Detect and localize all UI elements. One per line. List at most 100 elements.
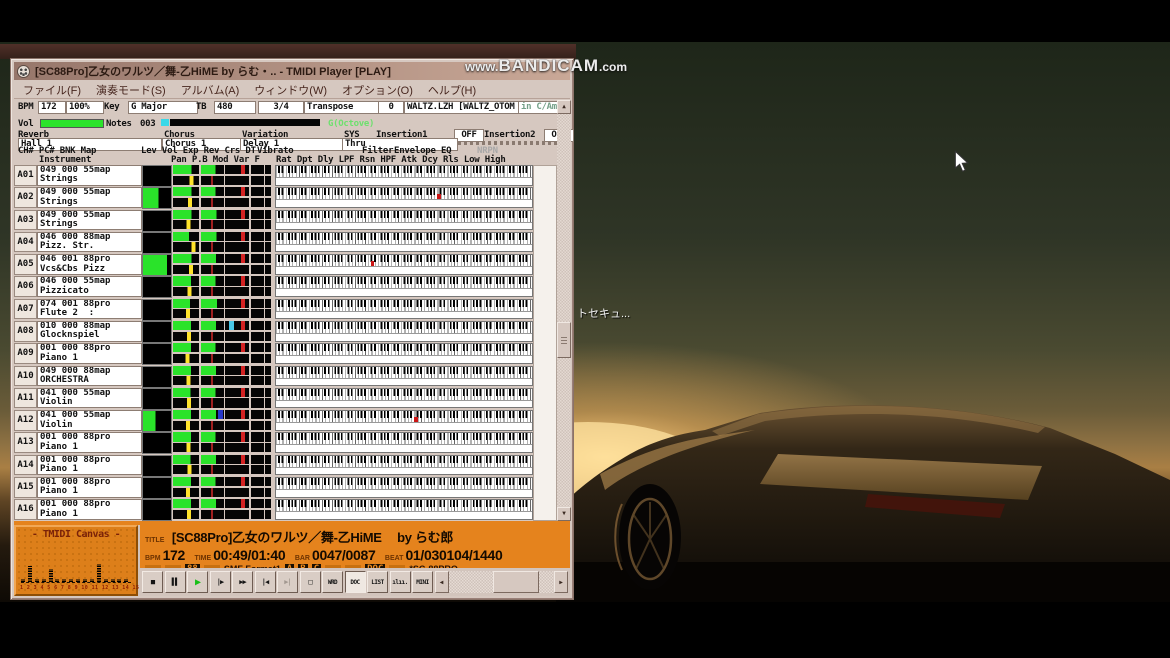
channel-id[interactable]: A04 — [14, 232, 37, 253]
channel-row[interactable]: A01 049 000 55mapStrings — [14, 165, 557, 186]
vertical-scrollbar[interactable]: ▲ ▼ — [557, 100, 571, 521]
instrument-box[interactable]: 041 000 55mapViolin — [37, 388, 142, 409]
channel-id[interactable]: A15 — [14, 477, 37, 498]
channel-row[interactable]: A03 049 000 55mapStrings — [14, 210, 557, 231]
mini-keyboard[interactable] — [275, 187, 533, 208]
instrument-box[interactable]: 046 001 88proVcs&Cbs Pizz — [37, 254, 142, 275]
instrument-box[interactable]: 001 000 88proPiano 1 — [37, 432, 142, 453]
instrument-box[interactable]: 001 000 88proPiano 1 — [37, 477, 142, 498]
channel-row[interactable]: A02 049 000 55mapStrings — [14, 187, 557, 208]
transport-button[interactable]: ▌▌ — [165, 571, 186, 593]
menu-item[interactable]: オプション(O) — [342, 82, 413, 98]
channel-id[interactable]: A14 — [14, 455, 37, 476]
instrument-box[interactable]: 041 000 55mapViolin — [37, 410, 142, 431]
channel-id[interactable]: A10 — [14, 366, 37, 387]
instrument-box[interactable]: 001 000 88proPiano 1 — [37, 455, 142, 476]
transport-button[interactable]: MINI — [412, 571, 433, 593]
instrument-box[interactable]: 001 000 88proPiano 1 — [37, 343, 142, 364]
mini-keyboard[interactable] — [275, 232, 533, 253]
mini-keyboard[interactable] — [275, 165, 533, 186]
channel-row[interactable]: A07 074 001 88proFlute 2 : — [14, 299, 557, 320]
channel-id[interactable]: A02 — [14, 187, 37, 208]
menu-item[interactable]: ヘルプ(H) — [428, 82, 476, 98]
mini-keyboard[interactable] — [275, 432, 533, 453]
pan-cell — [173, 376, 199, 385]
pitchbend-cell — [201, 176, 224, 185]
mini-keyboard[interactable] — [275, 366, 533, 387]
mini-keyboard[interactable] — [275, 321, 533, 342]
mini-keyboard[interactable] — [275, 210, 533, 231]
instrument-box[interactable]: 074 001 88proFlute 2 : — [37, 299, 142, 320]
channel-id[interactable]: A01 — [14, 165, 37, 186]
menu-item[interactable]: ファイル(F) — [23, 82, 81, 98]
hscroll-track[interactable] — [449, 571, 555, 593]
mini-keyboard[interactable] — [275, 343, 533, 364]
instrument-box[interactable]: 001 000 88proPiano 1 — [37, 499, 142, 520]
keyboard-keys — [276, 389, 532, 401]
channel-row[interactable]: A09 001 000 88proPiano 1 — [14, 343, 557, 364]
instrument-box[interactable]: 049 000 55mapStrings — [37, 165, 142, 186]
horizontal-scrollbar[interactable]: ◀ ▶ — [435, 571, 569, 593]
scroll-left-arrow[interactable]: ◀ — [435, 571, 449, 593]
scroll-down-arrow[interactable]: ▼ — [557, 507, 571, 521]
transport-button[interactable]: LIST — [367, 571, 388, 593]
mini-keyboard[interactable] — [275, 276, 533, 297]
menu-item[interactable]: ウィンドウ(W) — [254, 82, 327, 98]
channel-row[interactable]: A11 041 000 55mapViolin — [14, 388, 557, 409]
channel-row[interactable]: A12 041 000 55mapViolin — [14, 410, 557, 431]
channel-row[interactable]: A16 001 000 88proPiano 1 — [14, 499, 557, 520]
instrument-box[interactable]: 049 000 55mapStrings — [37, 210, 142, 231]
transport-button[interactable]: ılıı. — [390, 571, 411, 593]
expression-cell — [201, 343, 224, 352]
channel-row[interactable]: A14 001 000 88proPiano 1 — [14, 455, 557, 476]
transport-button[interactable]: ▶ — [187, 571, 208, 593]
instrument-box[interactable]: 046 000 88mapPizz. Str. — [37, 232, 142, 253]
transport-button[interactable]: |◀ — [255, 571, 276, 593]
channel-id[interactable]: A13 — [14, 432, 37, 453]
mini-keyboard[interactable] — [275, 410, 533, 431]
transport-button[interactable]: ■ — [142, 571, 163, 593]
mini-keyboard[interactable] — [275, 299, 533, 320]
transport-button[interactable]: |▶ — [210, 571, 231, 593]
channel-row[interactable]: A10 049 000 88mapORCHESTRA — [14, 366, 557, 387]
mini-keyboard[interactable] — [275, 455, 533, 476]
channel-row[interactable]: A13 001 000 88proPiano 1 — [14, 432, 557, 453]
channel-id[interactable]: A16 — [14, 499, 37, 520]
transport-button[interactable]: ▶| — [277, 571, 298, 593]
instrument-box[interactable]: 010 000 88mapGlocknspiel — [37, 321, 142, 342]
desktop-icon-label[interactable]: トセキュ... — [577, 305, 630, 321]
mini-keyboard[interactable] — [275, 477, 533, 498]
channel-row[interactable]: A05 046 001 88proVcs&Cbs Pizz — [14, 254, 557, 275]
transport-button[interactable]: DOC — [345, 571, 366, 593]
instrument-box[interactable]: 049 000 55mapStrings — [37, 187, 142, 208]
transport-button[interactable]: ▶▶ — [232, 571, 253, 593]
hscroll-thumb[interactable] — [493, 571, 539, 593]
instrument-box[interactable]: 046 000 55mapPizzicato — [37, 276, 142, 297]
channel-id[interactable]: A07 — [14, 299, 37, 320]
channel-id[interactable]: A11 — [14, 388, 37, 409]
channel-row[interactable]: A08 010 000 88mapGlocknspiel — [14, 321, 557, 342]
mini-keyboard[interactable] — [275, 254, 533, 275]
channel-row[interactable]: A04 046 000 88mapPizz. Str. — [14, 232, 557, 253]
channel-id[interactable]: A09 — [14, 343, 37, 364]
channel-id[interactable]: A12 — [14, 410, 37, 431]
keyboard-keys — [276, 255, 532, 267]
channel-row[interactable]: A06 046 000 55mapPizzicato — [14, 276, 557, 297]
transport-button[interactable]: WRD — [322, 571, 343, 593]
menu-item[interactable]: アルバム(A) — [181, 82, 240, 98]
scrollbar-thumb[interactable] — [557, 322, 571, 358]
volume-cell — [173, 477, 199, 486]
transport-button[interactable]: □ — [300, 571, 321, 593]
channel-row[interactable]: A15 001 000 88proPiano 1 — [14, 477, 557, 498]
channel-id[interactable]: A03 — [14, 210, 37, 231]
menu-item[interactable]: 演奏モード(S) — [96, 82, 166, 98]
channel-id[interactable]: A08 — [14, 321, 37, 342]
instrument-box[interactable]: 049 000 88mapORCHESTRA — [37, 366, 142, 387]
channel-id[interactable]: A05 — [14, 254, 37, 275]
pan-cell — [173, 332, 199, 341]
mini-keyboard[interactable] — [275, 499, 533, 520]
scroll-up-arrow[interactable]: ▲ — [557, 100, 571, 114]
mini-keyboard[interactable] — [275, 388, 533, 409]
channel-id[interactable]: A06 — [14, 276, 37, 297]
scroll-right-arrow[interactable]: ▶ — [554, 571, 568, 593]
